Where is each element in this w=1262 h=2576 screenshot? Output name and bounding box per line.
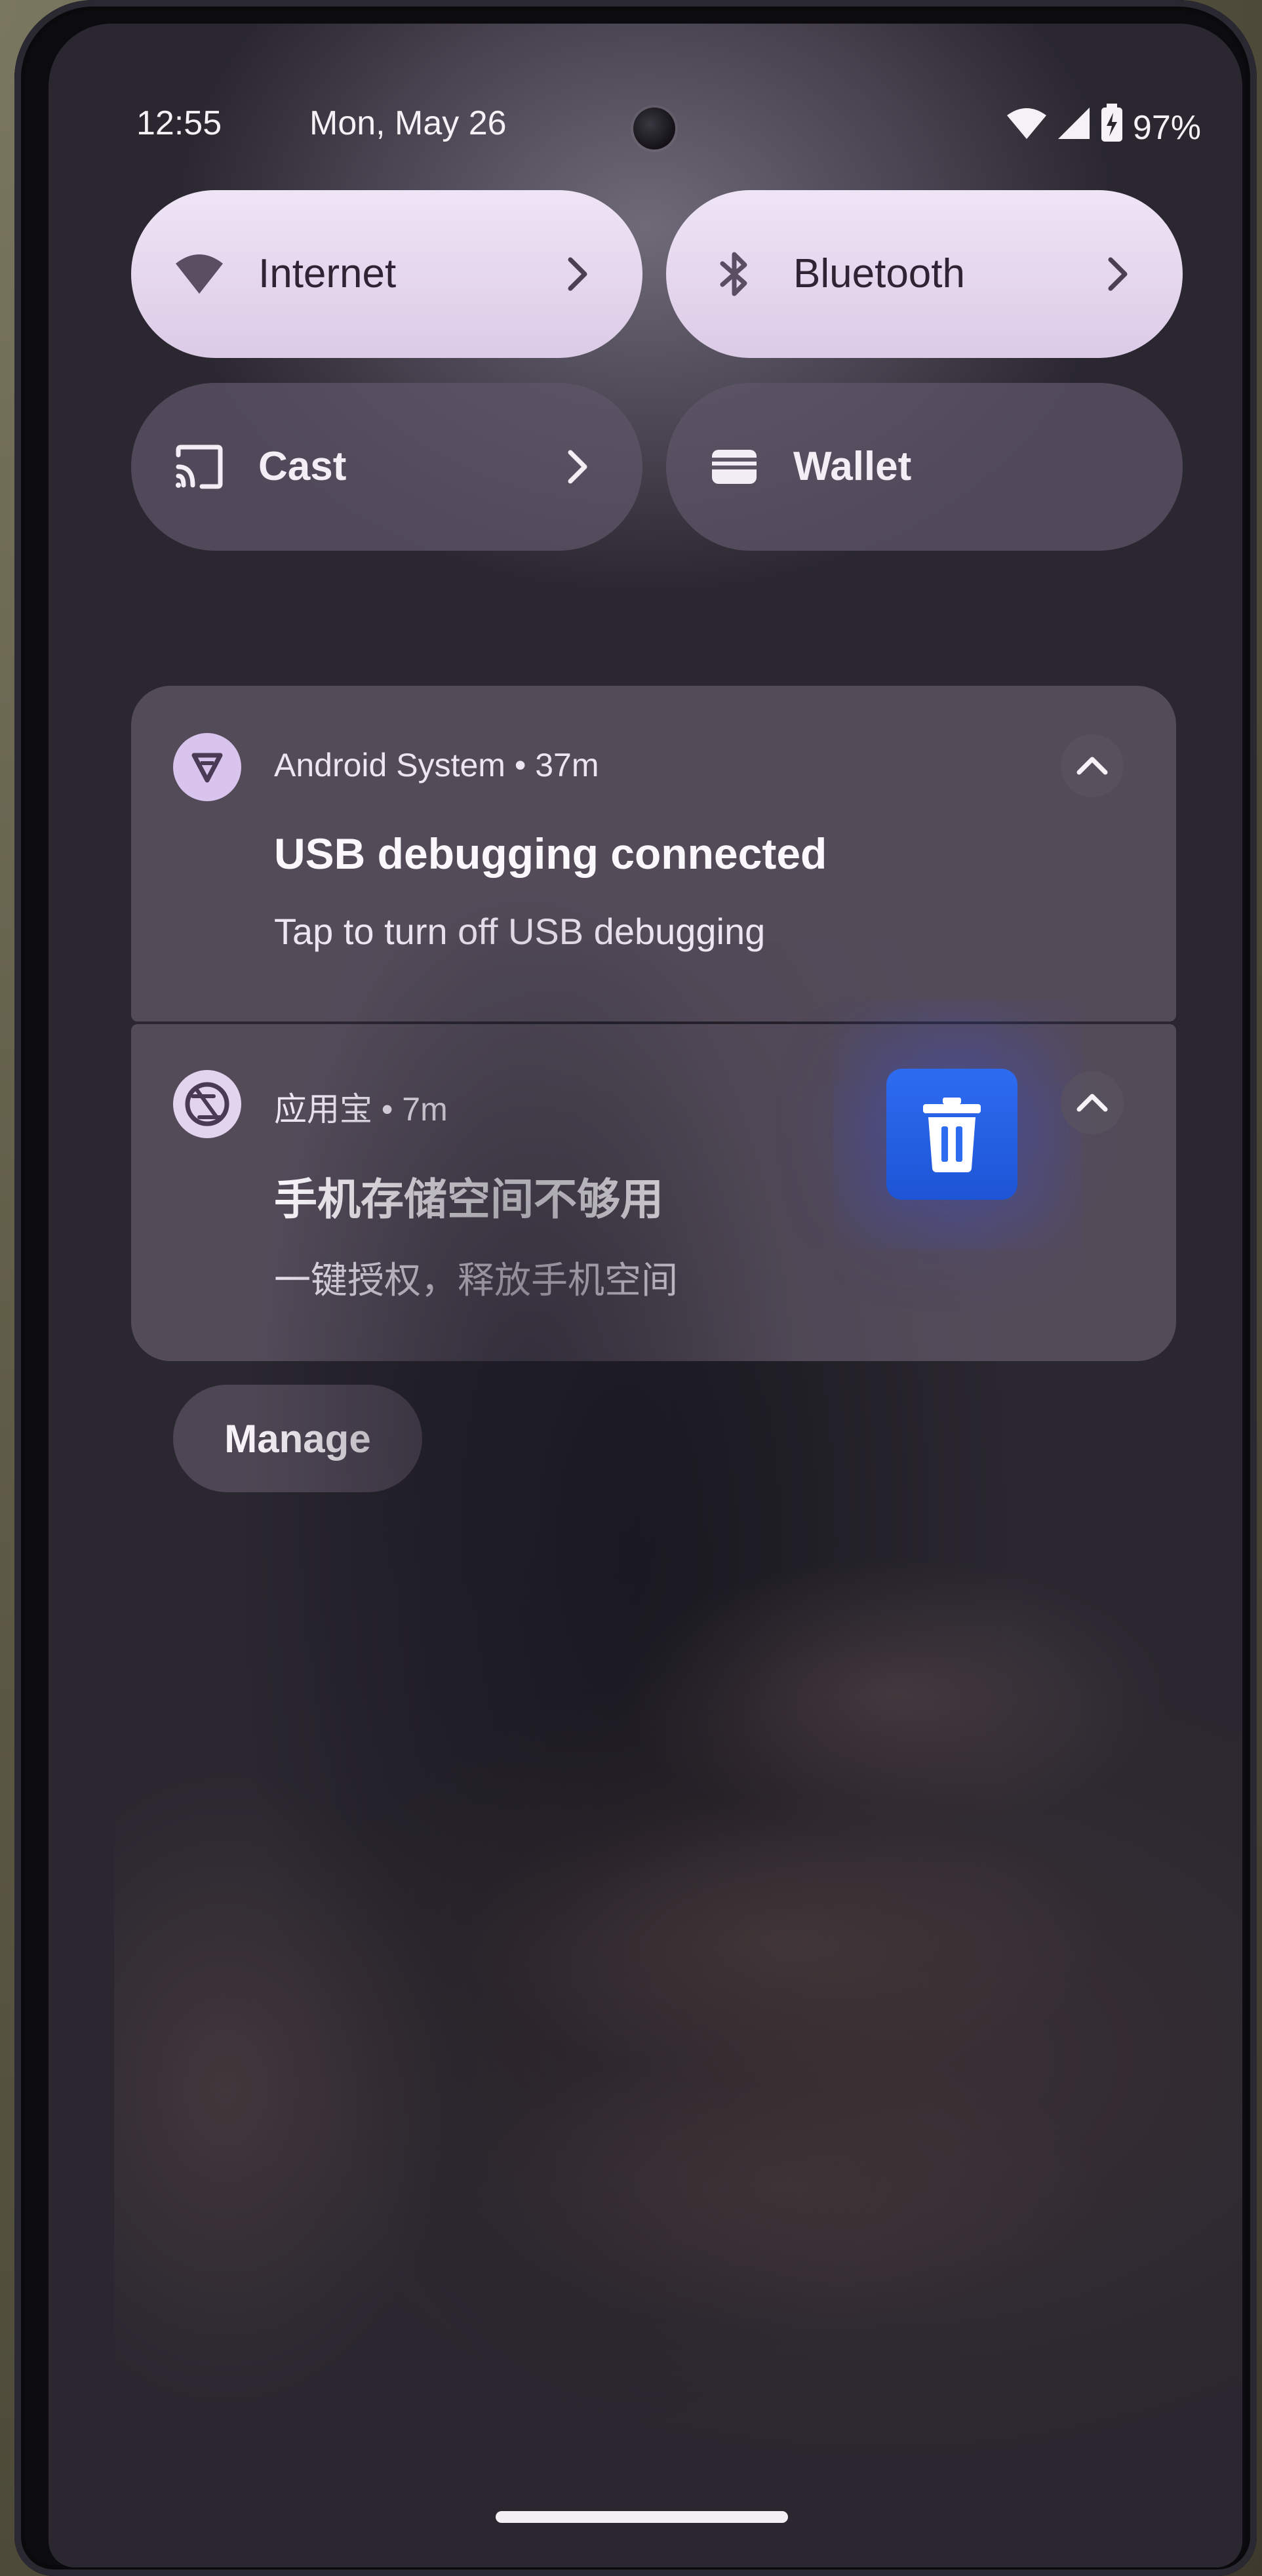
bluetooth-icon (708, 248, 760, 300)
notification-header: Android System • 37m (274, 747, 599, 783)
hand-reflection (114, 1499, 1229, 2482)
chevron-right-icon (557, 253, 597, 295)
notification-app-store[interactable]: 应用宝 • 7m 手机存储空间不够用 一键授权，释放手机空间 (131, 1024, 1176, 1361)
manage-button[interactable]: Manage (173, 1385, 422, 1492)
battery-percent: 97% (1132, 108, 1201, 147)
wifi-icon (1006, 106, 1048, 149)
chevron-right-icon (557, 446, 597, 488)
tile-cast[interactable]: Cast (131, 383, 642, 551)
cast-icon (173, 441, 226, 493)
app-store-icon (173, 1070, 241, 1138)
tile-internet-label: Internet (258, 251, 397, 296)
collapse-button[interactable] (1061, 1071, 1124, 1134)
chevron-right-icon (1097, 253, 1137, 295)
status-time: 12:55 (136, 104, 222, 142)
delete-button[interactable] (886, 1069, 1017, 1200)
status-icons: 97% (1006, 104, 1201, 151)
wifi-icon (173, 248, 226, 300)
notification-title: USB debugging connected (274, 829, 827, 878)
notification-header: 应用宝 • 7m (274, 1091, 448, 1128)
collapse-button[interactable] (1061, 734, 1124, 797)
front-camera (633, 108, 675, 149)
notification-body: 一键授权，释放手机空间 (274, 1259, 678, 1301)
notification-usb-debugging[interactable]: Android System • 37m USB debugging conne… (131, 686, 1176, 1021)
phone-screen: 12:55 Mon, May 26 97% Internet Bluetooth… (49, 24, 1242, 2567)
tile-internet[interactable]: Internet (131, 190, 642, 358)
android-system-icon (173, 733, 241, 801)
wallet-icon (708, 441, 760, 493)
home-indicator[interactable] (496, 2511, 788, 2523)
tile-bluetooth[interactable]: Bluetooth (666, 190, 1183, 358)
status-date: Mon, May 26 (309, 104, 507, 142)
cellular-signal-icon (1057, 106, 1091, 149)
tile-bluetooth-label: Bluetooth (793, 251, 965, 296)
tile-wallet[interactable]: Wallet (666, 383, 1183, 551)
battery-charging-icon (1100, 104, 1124, 151)
notification-title: 手机存储空间不够用 (274, 1175, 663, 1223)
tile-cast-label: Cast (258, 444, 347, 489)
notification-body: Tap to turn off USB debugging (274, 911, 766, 952)
phone-body: 12:55 Mon, May 26 97% Internet Bluetooth… (14, 0, 1257, 2576)
tile-wallet-label: Wallet (793, 444, 912, 489)
